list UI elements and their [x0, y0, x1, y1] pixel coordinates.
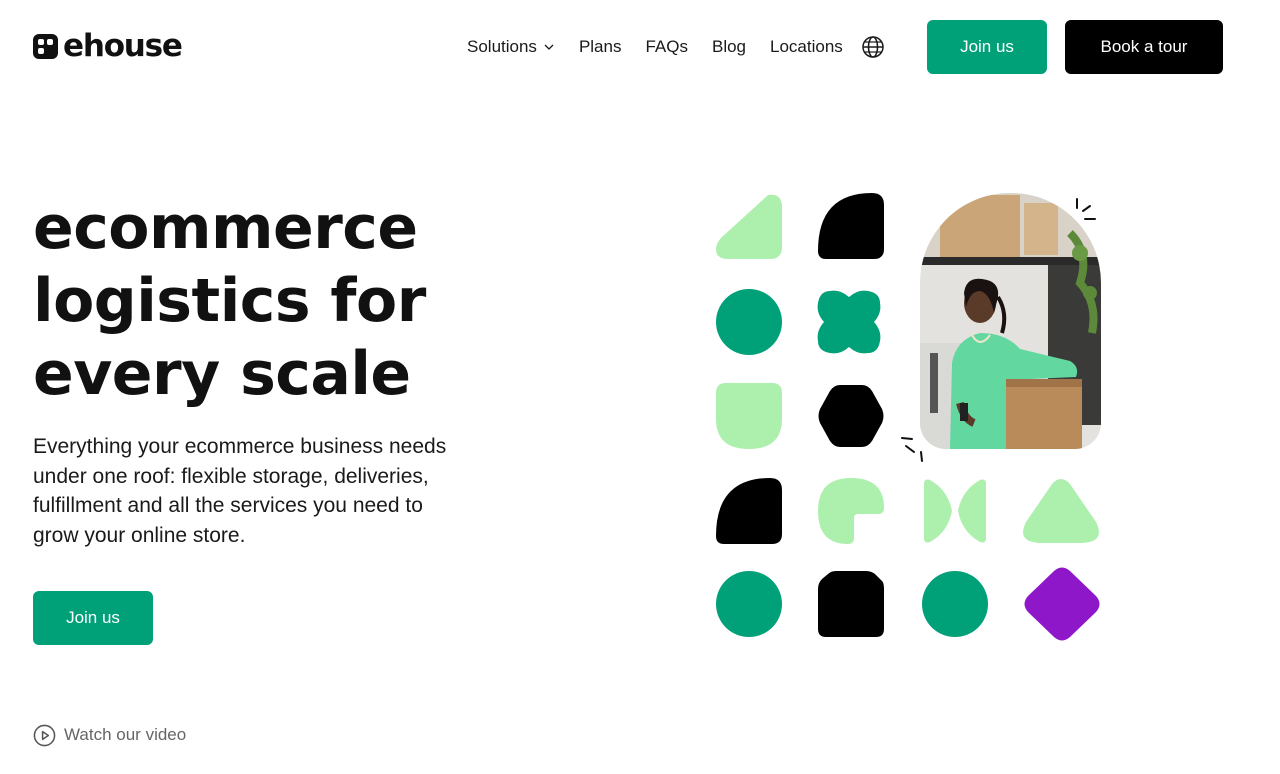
green-circle-shape	[922, 571, 988, 637]
globe-icon[interactable]	[861, 35, 885, 59]
nav-item-plans[interactable]: Plans	[579, 37, 622, 57]
main-nav: Solutions Plans FAQs Blog Locations	[467, 30, 885, 64]
chevron-down-icon	[544, 44, 554, 50]
nav-item-blog[interactable]: Blog	[712, 37, 746, 57]
headline-line-3: every scale	[33, 339, 411, 409]
brand-name: ehouse	[63, 28, 183, 64]
headline-line-2: logistics for	[33, 266, 426, 336]
hero-headline: ecommerce logistics for every scale	[33, 192, 503, 411]
black-house-shape	[818, 571, 884, 637]
woman-packing-box-photo	[920, 193, 1101, 449]
sparkle-icon	[901, 437, 923, 462]
hero-subtext: Everything your ecommerce business needs…	[33, 435, 447, 547]
watch-video-link[interactable]: Watch our video	[33, 723, 186, 747]
nav-item-label: Solutions	[467, 37, 537, 56]
headline-line-1: ecommerce	[33, 193, 418, 263]
black-quarter-circle-shape	[716, 478, 782, 544]
sparkle-icon	[1076, 198, 1096, 220]
book-a-tour-button[interactable]: Book a tour	[1065, 20, 1223, 74]
light-green-shield-shape	[716, 383, 782, 449]
light-green-cutout-circle-shape	[818, 478, 884, 544]
page: ehouse Solutions Plans FAQs Blog Locatio…	[0, 0, 1280, 774]
logo-mark-icon	[33, 33, 58, 59]
light-green-triangle-shape	[716, 194, 782, 259]
green-cross-blob-shape	[817, 290, 881, 354]
nav-item-faqs[interactable]: FAQs	[645, 37, 688, 57]
nav-item-locations[interactable]: Locations	[770, 37, 843, 57]
play-circle-icon	[33, 724, 56, 746]
light-green-bowtie-shape	[924, 479, 986, 543]
purple-diamond-shape	[1024, 567, 1100, 641]
brand-logo[interactable]: ehouse	[33, 28, 183, 64]
hero-join-us-button[interactable]: Join us	[33, 591, 153, 645]
black-hexagon-shape	[818, 385, 884, 447]
light-green-rounded-triangle-shape	[1023, 479, 1099, 543]
watch-video-label: Watch our video	[64, 725, 187, 744]
green-circle-shape	[716, 571, 782, 637]
green-circle-shape	[716, 289, 782, 355]
black-quarter-circle-shape	[818, 193, 884, 259]
nav-item-solutions[interactable]: Solutions	[467, 37, 555, 57]
join-us-button[interactable]: Join us	[927, 20, 1047, 74]
